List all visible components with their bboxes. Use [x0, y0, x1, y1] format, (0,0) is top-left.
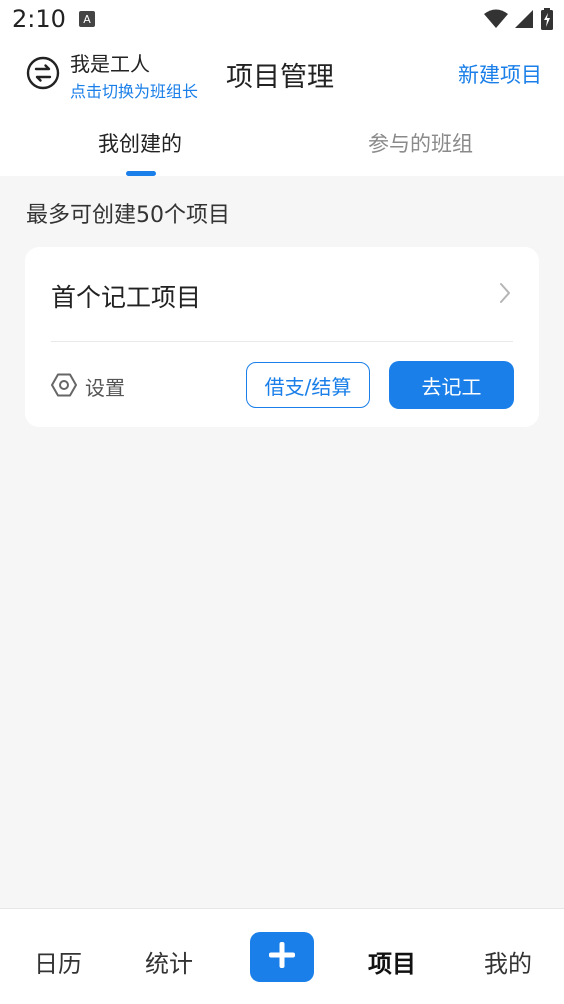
- header: 我是工人 点击切换为班组长 项目管理 新建项目: [0, 38, 564, 108]
- page-title: 项目管理: [226, 62, 334, 93]
- new-project-button[interactable]: 新建项目: [458, 59, 542, 89]
- nav-project[interactable]: 项目: [368, 944, 416, 979]
- notification-a-icon: A: [78, 10, 96, 28]
- switch-role-icon[interactable]: [26, 56, 60, 90]
- status-time: 2:10: [12, 5, 66, 33]
- battery-charging-icon: [540, 8, 554, 34]
- wifi-icon: [484, 9, 508, 33]
- role-title[interactable]: 我是工人: [70, 48, 150, 77]
- screen: 2:10 A 我是工人 点击切换为班组长 项目管理 新建项目 我创建的 参与的班…: [0, 0, 564, 1004]
- card-divider: [51, 341, 513, 342]
- tab-joined-teams[interactable]: 参与的班组: [368, 128, 473, 158]
- tab-created-by-me[interactable]: 我创建的: [98, 128, 182, 158]
- settings-label[interactable]: 设置: [85, 372, 125, 401]
- nav-mine[interactable]: 我的: [484, 944, 532, 979]
- project-title[interactable]: 首个记工项目: [51, 278, 201, 314]
- bottom-nav: 日历 统计 项目 我的: [0, 908, 564, 1004]
- plus-icon: [267, 940, 297, 974]
- svg-text:A: A: [83, 13, 91, 26]
- status-bar: 2:10 A: [0, 0, 564, 38]
- tab-active-indicator: [126, 171, 156, 176]
- project-limit-text: 最多可创建50个项目: [26, 203, 230, 228]
- role-switch-link[interactable]: 点击切换为班组长: [70, 78, 198, 102]
- settings-icon[interactable]: [51, 372, 77, 398]
- project-card: 首个记工项目 设置 借支/结算 去记工: [25, 247, 539, 427]
- nav-calendar[interactable]: 日历: [34, 944, 82, 979]
- signal-icon: [514, 9, 534, 33]
- loan-settlement-button[interactable]: 借支/结算: [246, 362, 370, 408]
- status-icons: [484, 8, 554, 34]
- chevron-right-icon[interactable]: [497, 281, 513, 305]
- tab-bar: 我创建的 参与的班组: [0, 108, 564, 176]
- nav-statistics[interactable]: 统计: [145, 944, 193, 979]
- add-button[interactable]: [250, 932, 314, 982]
- record-work-button[interactable]: 去记工: [389, 361, 514, 409]
